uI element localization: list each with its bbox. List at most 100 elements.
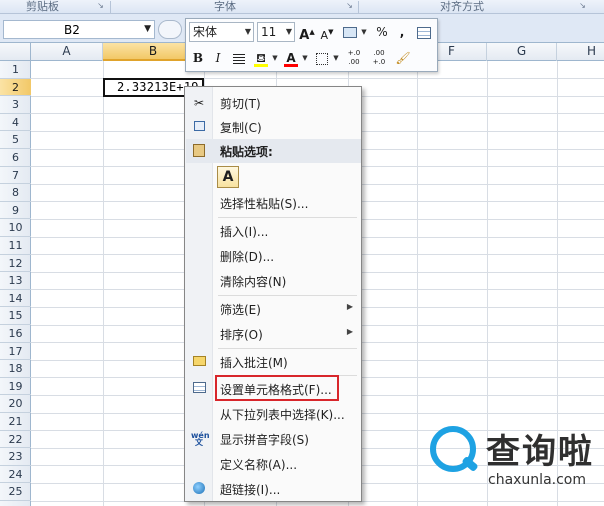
comma-style-button[interactable]: ,: [393, 22, 411, 42]
menu-item-insert[interactable]: 插入(I)...: [185, 219, 361, 243]
font-color-button[interactable]: A: [282, 48, 300, 68]
column-header-a[interactable]: A: [31, 43, 103, 61]
accounting-format-icon: [343, 27, 357, 38]
row-header[interactable]: 21: [0, 413, 31, 431]
bold-button[interactable]: B: [189, 48, 207, 68]
row-header[interactable]: 19: [0, 378, 31, 396]
format-cells-highlight-annotation: [215, 375, 339, 401]
ribbon-separator: [110, 1, 111, 13]
row-header[interactable]: 16: [0, 325, 31, 343]
borders-button[interactable]: [313, 48, 331, 68]
menu-item-define-name[interactable]: 定义名称(A)...: [185, 452, 361, 476]
clipboard-dialog-launcher-icon[interactable]: ↘: [96, 2, 105, 11]
comment-icon: [191, 355, 207, 369]
row-header[interactable]: 7: [0, 167, 31, 185]
font-dialog-launcher-icon[interactable]: ↘: [345, 2, 354, 11]
row-header[interactable]: 8: [0, 184, 31, 202]
menu-item-clear-contents[interactable]: 清除内容(N): [185, 269, 361, 293]
chevron-down-icon[interactable]: ▼: [301, 48, 309, 68]
menu-separator: [218, 295, 357, 296]
format-painter-button[interactable]: 🖌: [394, 48, 412, 68]
menu-item-phonetic[interactable]: wén 文 显示拼音字段(S): [185, 427, 361, 451]
grow-font-button[interactable]: A▲: [298, 22, 316, 43]
paste-option-values-button[interactable]: A: [217, 166, 239, 188]
watermark-title: 查询啦: [486, 432, 594, 472]
gridline: [417, 61, 418, 506]
menu-item-label: 显示拼音字段(S): [220, 433, 309, 447]
menu-item-label: 筛选(E): [220, 303, 261, 317]
magnifier-handle-icon: [461, 455, 479, 473]
row-header[interactable]: 25: [0, 483, 31, 501]
center-align-button[interactable]: [230, 48, 248, 68]
ribbon-group-font-label: 字体: [214, 0, 236, 13]
row-header-active[interactable]: 2: [0, 78, 31, 97]
menu-item-label: 超链接(I)...: [220, 483, 281, 497]
menu-item-label: 清除内容(N): [220, 275, 287, 289]
font-name-value: 宋体: [193, 25, 218, 39]
decrease-decimal-icon: .00 +.0: [372, 49, 386, 66]
chevron-down-icon: ▼: [285, 27, 292, 36]
row-header[interactable]: 17: [0, 343, 31, 361]
menu-item-paste-special[interactable]: 选择性粘贴(S)...: [185, 191, 361, 215]
row-header[interactable]: 24: [0, 466, 31, 484]
formula-bar-collapse-handle[interactable]: [158, 20, 182, 39]
menu-item-cut[interactable]: ✂ 剪切(T): [185, 91, 361, 115]
row-header[interactable]: 11: [0, 237, 31, 255]
row-header[interactable]: 6: [0, 149, 31, 167]
shrink-font-button[interactable]: A▼: [318, 22, 336, 42]
menu-item-label: 剪切(T): [220, 97, 261, 111]
fill-color-button[interactable]: ⛾: [252, 48, 270, 68]
alignment-dialog-launcher-icon[interactable]: ↘: [578, 2, 587, 11]
row-header[interactable]: 9: [0, 202, 31, 220]
italic-button[interactable]: I: [209, 48, 227, 68]
row-header[interactable]: 12: [0, 255, 31, 273]
row-header[interactable]: 14: [0, 290, 31, 308]
row-header[interactable]: 4: [0, 114, 31, 132]
table-format-icon: [417, 26, 431, 39]
font-color-bar: [284, 64, 298, 67]
column-header-g[interactable]: G: [487, 43, 557, 61]
row-header[interactable]: 10: [0, 219, 31, 237]
column-header-h[interactable]: H: [557, 43, 604, 61]
shrink-font-icon: A: [320, 29, 329, 42]
font-name-dropdown[interactable]: 宋体 ▼: [189, 22, 254, 42]
chevron-down-icon: ▼: [244, 27, 251, 36]
ribbon-group-clipboard-label: 剪贴板: [26, 0, 59, 13]
menu-item-pick-from-list[interactable]: 从下拉列表中选择(K)...: [185, 402, 361, 426]
row-header[interactable]: 13: [0, 272, 31, 290]
row-header[interactable]: 20: [0, 395, 31, 413]
row-header[interactable]: 1: [0, 61, 31, 79]
row-header[interactable]: 3: [0, 96, 31, 114]
format-painter-table-button[interactable]: [415, 22, 433, 42]
menu-item-sort[interactable]: 排序(O) ▶: [185, 322, 361, 346]
row-header[interactable]: 5: [0, 131, 31, 149]
row-header[interactable]: 18: [0, 360, 31, 378]
menu-item-copy[interactable]: 复制(C): [185, 115, 361, 139]
menu-item-filter[interactable]: 筛选(E) ▶: [185, 297, 361, 321]
format-cells-icon: [191, 382, 207, 396]
select-all-corner[interactable]: [0, 43, 31, 61]
percent-style-button[interactable]: %: [373, 22, 391, 42]
increase-decimal-icon: +.0 .00: [347, 49, 361, 66]
chevron-down-icon[interactable]: ▼: [144, 24, 151, 34]
font-size-dropdown[interactable]: 11 ▼: [257, 22, 295, 42]
comma-icon: ,: [399, 25, 405, 39]
name-box[interactable]: B2 ▼: [3, 20, 155, 39]
menu-item-hyperlink[interactable]: 超链接(I)...: [185, 477, 361, 501]
row-header[interactable]: 22: [0, 431, 31, 449]
chevron-down-icon[interactable]: ▼: [271, 48, 279, 68]
accounting-format-button[interactable]: [340, 22, 360, 42]
chevron-down-icon[interactable]: ▼: [360, 22, 368, 42]
chevron-down-icon[interactable]: ▼: [332, 48, 340, 68]
menu-item-insert-comment[interactable]: 插入批注(M): [185, 350, 361, 374]
paintbrush-icon: 🖌: [395, 51, 411, 65]
row-header[interactable]: 15: [0, 307, 31, 325]
increase-decimal-button[interactable]: +.0 .00: [343, 48, 365, 68]
fill-color-bar: [254, 64, 268, 67]
menu-item-delete[interactable]: 删除(D)...: [185, 244, 361, 268]
ribbon-group-labels: 剪贴板 ↘ 字体 ↘ 对齐方式 ↘: [0, 0, 604, 14]
row-header[interactable]: 23: [0, 448, 31, 466]
paste-values-icon: A: [222, 169, 234, 185]
decrease-decimal-button[interactable]: .00 +.0: [368, 48, 390, 68]
paste-options-label: 粘贴选项:: [220, 145, 273, 159]
